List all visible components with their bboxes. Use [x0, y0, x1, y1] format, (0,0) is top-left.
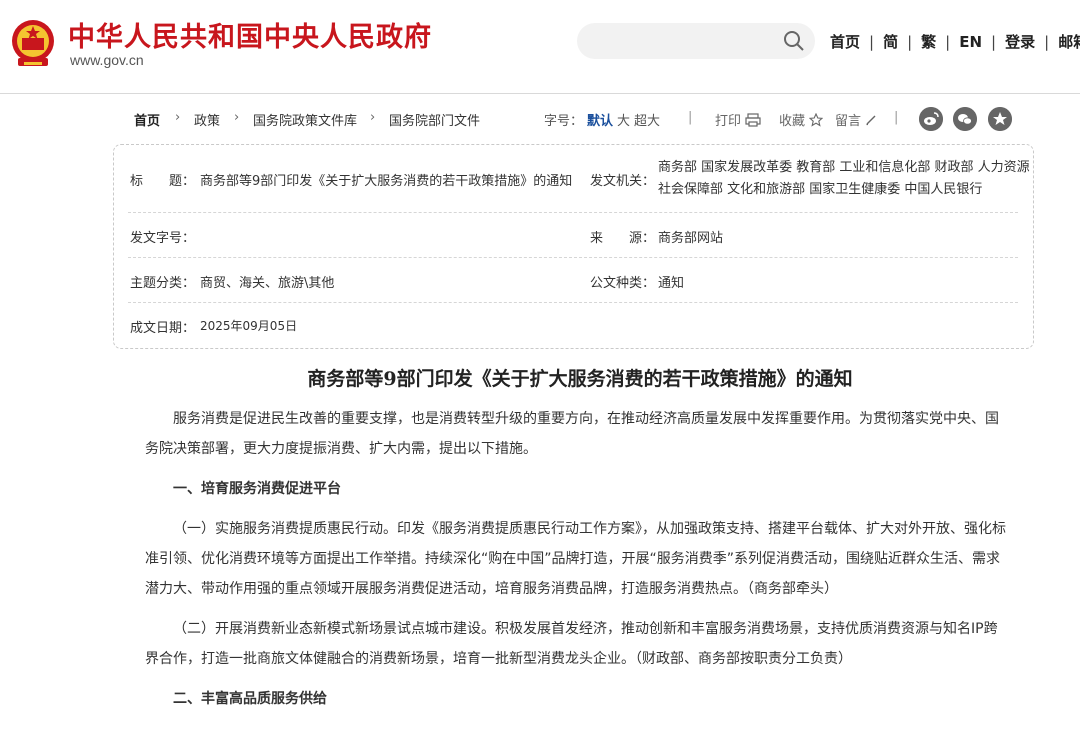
article-section-heading: 二、丰富高品质服务供给	[173, 691, 327, 707]
meta-org-label: 发文机关：	[590, 174, 656, 189]
print-label: 打印	[715, 114, 742, 129]
nav-separator: |	[945, 32, 951, 51]
font-size-default[interactable]: 默认	[587, 114, 613, 129]
meta-date-value: 2025年09月05日	[200, 319, 298, 333]
meta-row-date: 成文日期： 2025年09月05日	[128, 303, 1018, 348]
wechat-icon[interactable]	[953, 107, 977, 131]
top-nav: 首页 | 简 | 繁 | EN | 登录 | 邮箱	[830, 31, 1080, 52]
article-paragraph: 服务消费是促进民生改善的重要支撑，也是消费转型升级的重要方向，在推动经济高质量发…	[145, 411, 999, 457]
meta-topic-value: 商贸、海关、旅游\其他	[200, 276, 335, 291]
meta-date-label: 成文日期：	[130, 321, 196, 336]
print-button[interactable]: 打印	[715, 110, 761, 129]
comment-label: 留言	[835, 114, 862, 129]
article-paragraph: （二）开展消费新业态新模式新场景试点城市建设。积极发展首发经济，推动创新和丰富服…	[145, 621, 998, 667]
nav-english[interactable]: EN	[959, 33, 982, 51]
font-size-large[interactable]: 大	[617, 114, 630, 129]
font-size-label: 字号：	[544, 114, 584, 129]
search-icon[interactable]	[783, 30, 805, 52]
toolbar-separator: |	[894, 110, 899, 125]
meta-row-docno-source: 发文字号： 来 源： 商务部网站	[128, 213, 1018, 258]
breadcrumb-home[interactable]: 首页	[134, 110, 160, 129]
nav-simplified[interactable]: 简	[883, 31, 898, 52]
meta-row-title-org: 标 题： 商务部等9部门印发《关于扩大服务消费的若干政策措施》的通知 发文机关：…	[128, 145, 1030, 213]
search-input[interactable]	[577, 23, 777, 59]
breadcrumb-arrow-icon: ›	[234, 110, 240, 125]
site-header: 中华人民共和国中央人民政府 www.gov.cn 首页 | 简 | 繁 | EN…	[0, 0, 1080, 94]
nav-separator: |	[991, 32, 997, 51]
nav-separator: |	[1044, 32, 1050, 51]
nav-mailbox[interactable]: 邮箱	[1058, 31, 1080, 52]
favorite-button[interactable]: 收藏	[779, 110, 824, 129]
nav-login[interactable]: 登录	[1005, 31, 1035, 52]
site-url[interactable]: www.gov.cn	[70, 52, 144, 68]
breadcrumb-arrow-icon: ›	[370, 110, 376, 125]
breadcrumb-policy-library[interactable]: 国务院政策文件库	[253, 110, 357, 129]
meta-doctype-value: 通知	[658, 276, 685, 291]
article-paragraph: （一）实施服务消费提质惠民行动。印发《服务消费提质惠民行动工作方案》，从加强政策…	[145, 521, 1006, 597]
favorite-label: 收藏	[779, 114, 806, 129]
font-size-control: 字号： 默认大超大	[544, 110, 660, 129]
meta-row-topic-type: 主题分类： 商贸、海关、旅游\其他 公文种类： 通知	[128, 258, 1018, 303]
nav-separator: |	[869, 32, 875, 51]
nav-traditional[interactable]: 繁	[921, 31, 936, 52]
meta-topic-label: 主题分类：	[130, 276, 196, 291]
breadcrumb-dept-docs[interactable]: 国务院部门文件	[389, 110, 480, 129]
font-size-xlarge[interactable]: 超大	[634, 114, 660, 129]
article-title: 商务部等9部门印发《关于扩大服务消费的若干政策措施》的通知	[307, 368, 853, 390]
search-box	[577, 23, 815, 59]
article-section-heading: 一、培育服务消费促进平台	[173, 481, 341, 497]
weibo-icon[interactable]	[919, 107, 943, 131]
document-metadata: 标 题： 商务部等9部门印发《关于扩大服务消费的若干政策措施》的通知 发文机关：…	[113, 144, 1034, 349]
comment-button[interactable]: 留言	[835, 110, 877, 129]
meta-source-label: 来 源：	[590, 231, 656, 246]
meta-doctype-label: 公文种类：	[590, 276, 656, 291]
breadcrumb-policy[interactable]: 政策	[194, 110, 220, 129]
printer-icon	[745, 112, 761, 127]
article-toolbar: 首页 › 政策 › 国务院政策文件库 › 国务院部门文件 字号： 默认大超大 | …	[0, 104, 1080, 134]
meta-docno-label: 发文字号：	[130, 231, 196, 246]
article-body: 服务消费是促进民生改善的重要支撑，也是消费转型升级的重要方向，在推动经济高质量发…	[145, 404, 1007, 724]
meta-source-value: 商务部网站	[658, 231, 724, 246]
national-emblem-icon[interactable]	[10, 18, 56, 70]
nav-home[interactable]: 首页	[830, 31, 860, 52]
nav-separator: |	[907, 32, 913, 51]
meta-title-value: 商务部等9部门印发《关于扩大服务消费的若干政策措施》的通知	[200, 174, 573, 189]
breadcrumb-arrow-icon: ›	[175, 110, 181, 125]
meta-title-label: 标 题：	[130, 174, 196, 189]
pencil-icon	[866, 115, 876, 125]
site-title[interactable]: 中华人民共和国中央人民政府	[68, 15, 432, 54]
favorite-star-icon[interactable]	[988, 107, 1012, 131]
toolbar-separator: |	[688, 110, 693, 125]
meta-org-value: 商务部 国家发展改革委 教育部 工业和信息化部 财政部 人力资源社会保障部 文化…	[658, 160, 1030, 197]
star-icon	[809, 112, 824, 127]
